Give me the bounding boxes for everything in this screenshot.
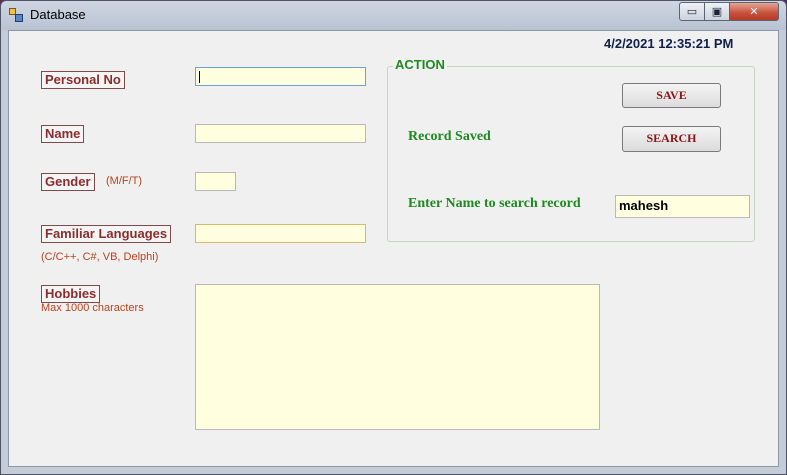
close-button[interactable]: ✕ — [729, 2, 779, 21]
gender-hint: (M/F/T) — [106, 175, 143, 187]
action-group-title: ACTION — [393, 57, 447, 72]
languages-input[interactable] — [195, 224, 366, 243]
gender-label: Gender — [41, 173, 95, 191]
timestamp-label: 4/2/2021 12:35:21 PM — [604, 36, 734, 51]
maximize-button[interactable]: ▣ — [704, 2, 730, 21]
save-button[interactable]: SAVE — [622, 83, 721, 108]
gender-input[interactable] — [195, 172, 236, 191]
personal-no-label: Personal No — [41, 71, 125, 89]
search-button[interactable]: SEARCH — [622, 126, 721, 152]
hobbies-hint: Max 1000 characters — [41, 302, 144, 314]
search-prompt-label: Enter Name to search record — [408, 196, 581, 211]
personal-no-input[interactable] — [195, 67, 366, 86]
hobbies-textarea[interactable] — [195, 284, 600, 430]
minimize-button[interactable]: ▭ — [679, 2, 705, 21]
status-text: Record Saved — [408, 129, 491, 144]
name-input[interactable] — [195, 124, 366, 143]
text-caret — [199, 71, 200, 83]
title-bar[interactable]: Database ▭ ▣ ✕ — [1, 1, 786, 30]
app-icon — [9, 8, 23, 22]
languages-label: Familiar Languages — [41, 225, 172, 243]
close-icon: ✕ — [749, 5, 759, 18]
minimize-icon: ▭ — [686, 5, 698, 18]
languages-hint: (C/C++, C#, VB, Delphi) — [41, 251, 159, 263]
maximize-icon: ▣ — [711, 5, 723, 18]
name-label: Name — [41, 125, 85, 143]
window-title: Database — [30, 7, 86, 22]
search-input-value: mahesh — [619, 198, 669, 213]
hobbies-label: Hobbies — [41, 285, 101, 303]
search-name-input[interactable]: mahesh — [615, 195, 750, 218]
